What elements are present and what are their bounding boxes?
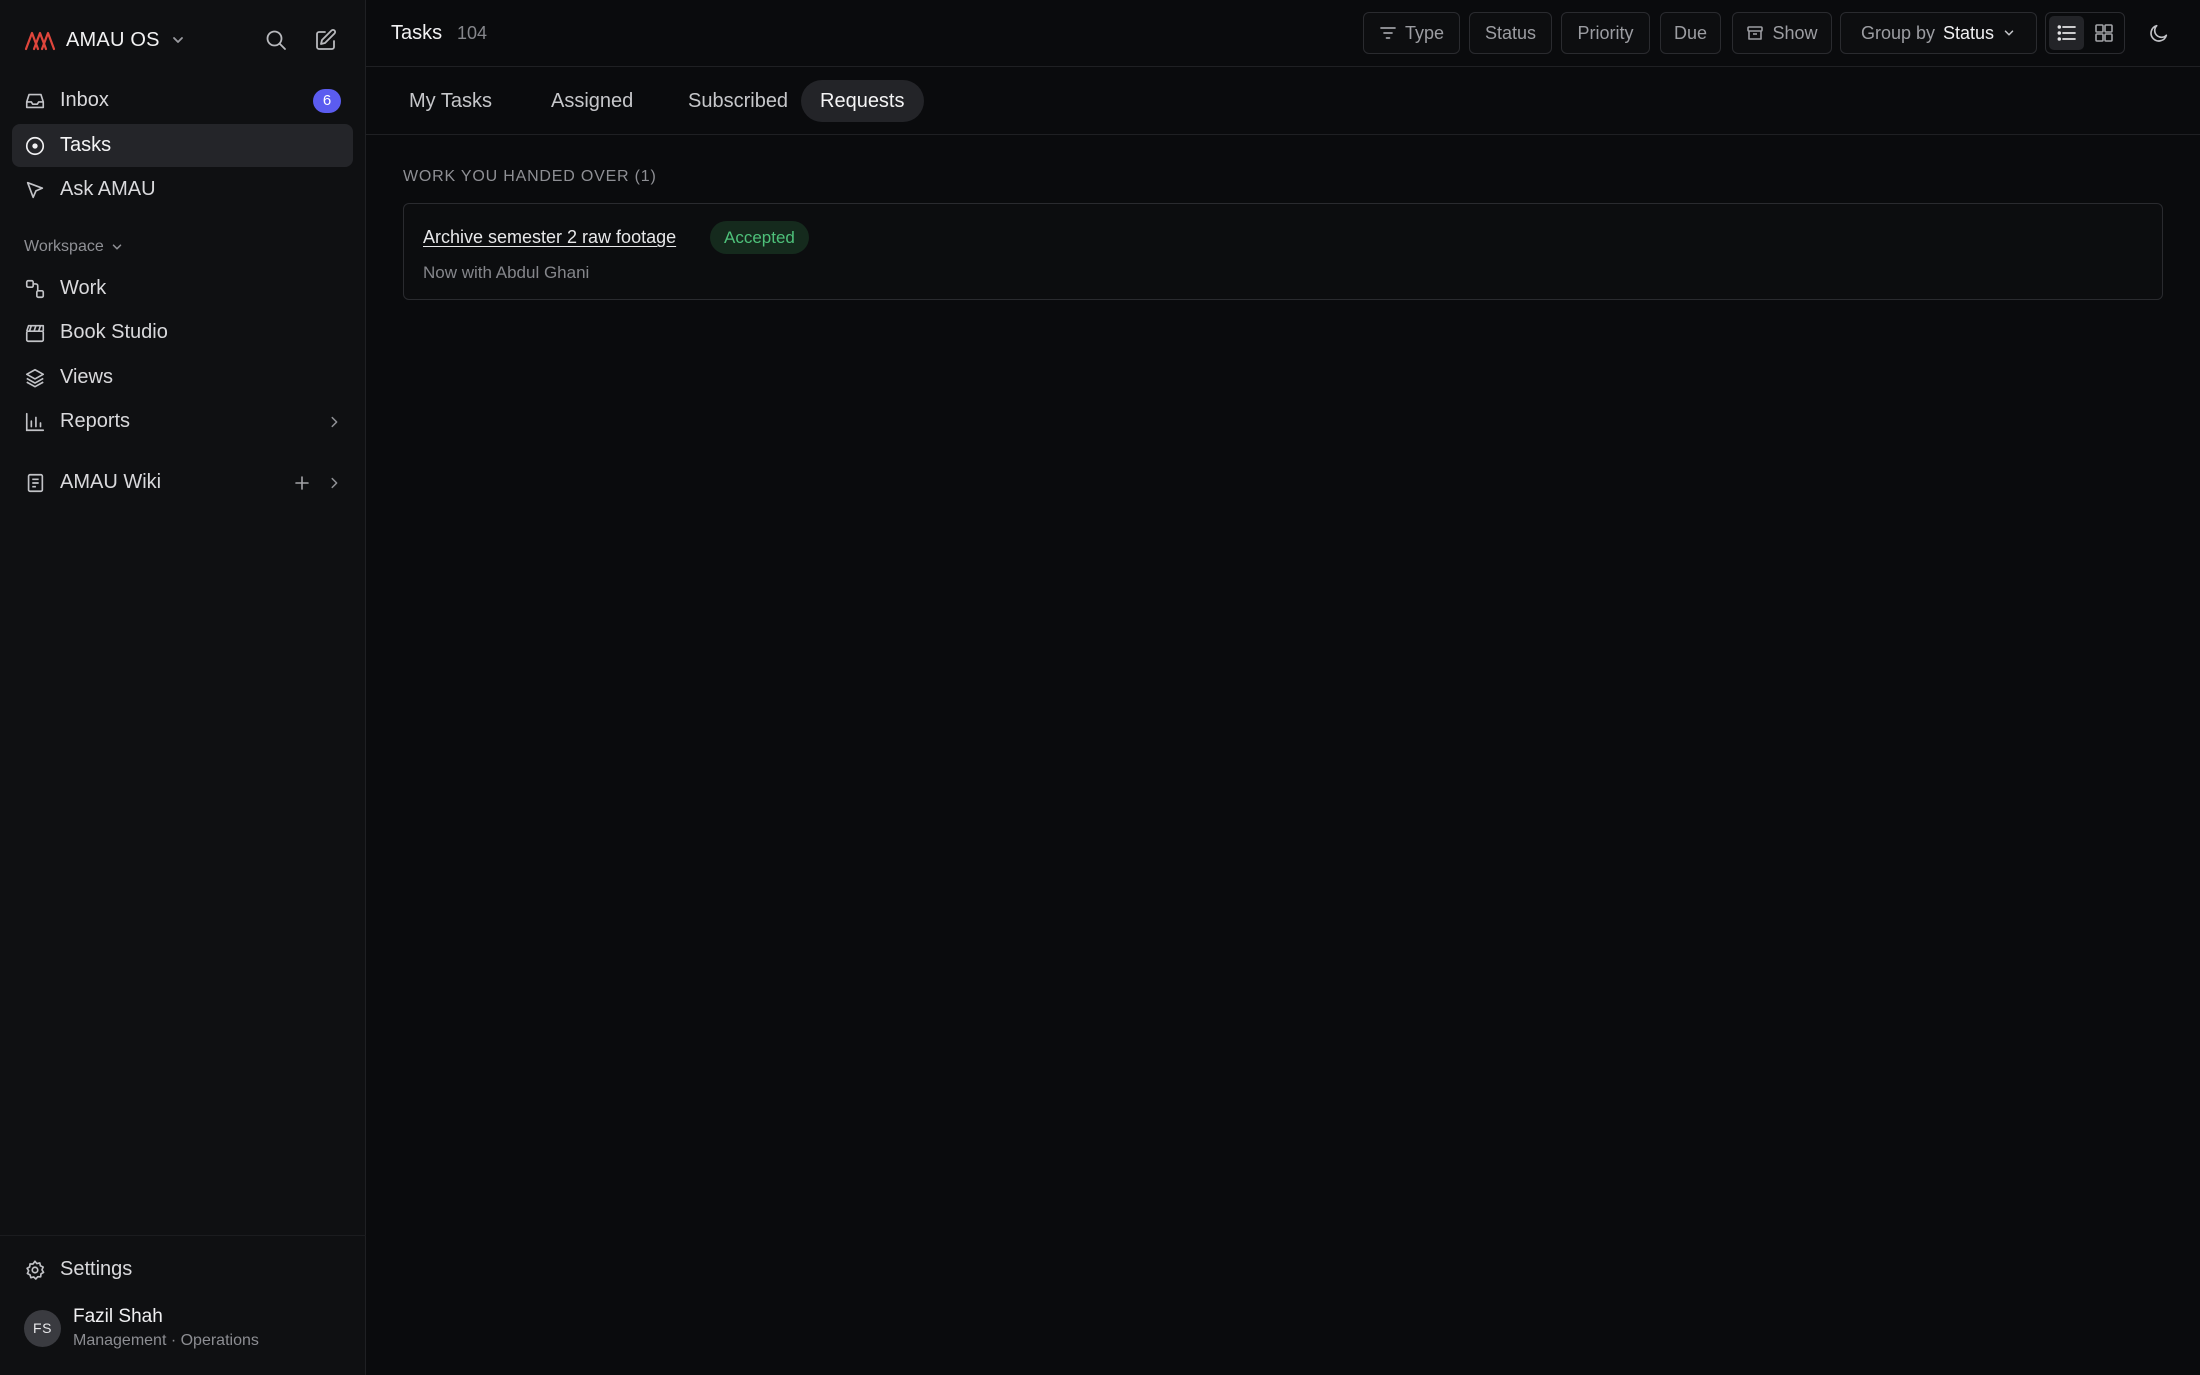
workspace-switcher[interactable]: AMAU OS [24,22,186,58]
sidebar-item-label: Reports [60,410,131,432]
tab-subscribed[interactable]: Subscribed [669,80,807,122]
task-title-link[interactable]: Archive semester 2 raw footage [423,227,676,248]
workspace-section-toggle[interactable]: Workspace [24,234,124,260]
filter-priority-button[interactable]: Priority [1561,12,1650,54]
status-badge: Accepted [710,221,809,254]
cursor-icon [24,179,46,201]
show-label: Show [1772,22,1818,43]
chevron-down-icon [110,240,124,254]
workflow-icon [24,278,46,300]
group-heading: WORK YOU HANDED OVER (1) [403,168,657,185]
workspace-section-label: Workspace [24,238,104,255]
sidebar-item-label: Views [60,366,113,388]
chevron-right-icon [327,415,341,429]
user-name: Fazil Shah [73,1306,163,1327]
sidebar-item-label: Work [60,277,107,299]
gear-icon [24,1259,46,1281]
add-wiki-page-button[interactable] [293,474,311,492]
sidebar-item-label: Book Studio [60,321,168,343]
sidebar-item-views[interactable]: Views [12,356,353,399]
show-archived-button[interactable]: Show [1732,12,1832,54]
filter-type-button[interactable]: Type [1363,12,1460,54]
chevron-down-icon [2002,26,2016,40]
archive-icon [1746,24,1764,42]
page-title: Tasks [391,22,443,44]
sidebar-item-tasks[interactable]: Tasks [12,124,353,167]
filter-priority-label: Priority [1577,22,1634,43]
page-header: Tasks 104 Type Status Priority Due Show … [366,0,2200,67]
tab-requests[interactable]: Requests [801,80,924,122]
group-by-label: Group by [1860,22,1935,43]
sidebar-item-ask-amau[interactable]: Ask AMAU [12,168,353,211]
list-view-button[interactable] [2049,16,2084,50]
sidebar-item-settings[interactable]: Settings [12,1248,353,1291]
inbox-icon [24,90,46,112]
layers-icon [24,367,46,389]
grid-view-button[interactable] [2086,16,2121,50]
task-tabs: My Tasks Assigned Subscribed Requests [366,67,2200,135]
sidebar-item-amau-wiki[interactable]: AMAU Wiki [12,461,353,504]
sidebar-item-label: Settings [60,1258,133,1280]
filter-due-button[interactable]: Due [1660,12,1721,54]
task-count: 104 [457,23,488,43]
chevron-down-icon [170,32,186,48]
user-role: Management · Operations [73,1332,259,1349]
inbox-count-badge: 6 [313,88,341,113]
sidebar-item-label: Inbox [60,89,109,111]
filter-status-label: Status [1484,22,1537,43]
group-by-value: Status [1943,22,1995,43]
trailing-actions [327,415,341,429]
chevron-right-icon[interactable] [327,476,341,490]
sidebar-item-label: Tasks [60,134,112,156]
avatar: FS [24,1309,61,1347]
sidebar-item-book-studio[interactable]: Book Studio [12,311,353,354]
amau-logo-icon [24,29,56,51]
compose-button[interactable] [308,22,344,58]
trailing-actions [293,474,341,492]
filter-type-label: Type [1404,22,1445,43]
search-icon [264,28,288,52]
list-icon [2056,22,2078,44]
sidebar-item-reports[interactable]: Reports [12,400,353,443]
compose-icon [314,28,338,52]
filter-icon [1379,24,1397,42]
bar-chart-icon [24,411,46,433]
task-assignee-note: Now with Abdul Ghani [423,263,590,282]
book-icon [24,472,46,494]
sidebar: AMAU OS Inbox 6 Tasks Ask AMAU Workspace… [0,0,366,1375]
list-item[interactable]: Archive semester 2 raw footage Accepted … [403,203,2163,300]
tab-assigned[interactable]: Assigned [532,80,652,122]
filter-status-button[interactable]: Status [1469,12,1552,54]
grid-icon [2093,22,2115,44]
filter-due-label: Due [1673,22,1708,43]
moon-icon [2148,22,2170,44]
search-button[interactable] [258,22,294,58]
sidebar-item-label: AMAU Wiki [60,471,162,493]
sidebar-item-work[interactable]: Work [12,267,353,310]
group-by-select[interactable]: Group by Status [1840,12,2037,54]
clapperboard-icon [24,322,46,344]
tasks-icon [24,135,46,157]
sidebar-item-label: Ask AMAU [60,178,156,200]
sidebar-footer: Settings FS Fazil Shah Management · Oper… [0,1235,366,1375]
app-name: AMAU OS [66,28,160,51]
view-mode-toggle [2045,12,2125,54]
tab-my-tasks[interactable]: My Tasks [390,80,511,122]
sidebar-item-inbox[interactable]: Inbox 6 [12,79,353,122]
user-profile[interactable]: FS Fazil Shah Management · Operations [24,1306,259,1350]
theme-toggle-button[interactable] [2139,14,2179,52]
